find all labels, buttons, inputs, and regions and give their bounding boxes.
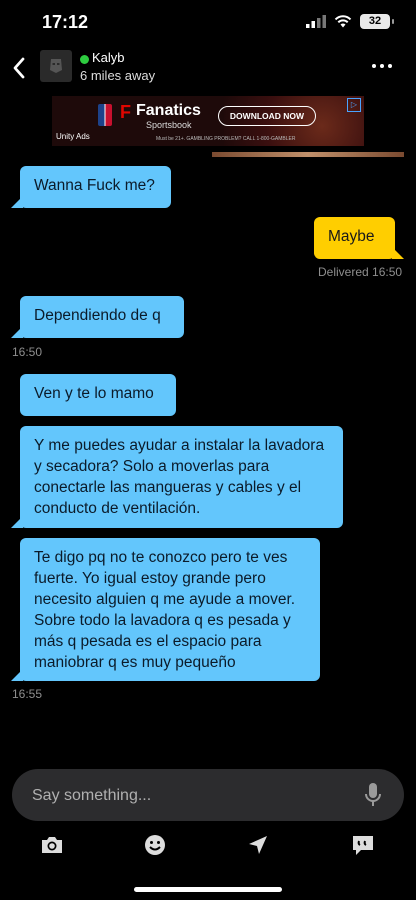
battery-indicator: 32 [360, 14, 394, 29]
wifi-icon [334, 15, 352, 28]
ad-fine-print: Must be 21+. GAMBLING PROBLEM? CALL 1-80… [156, 136, 296, 142]
message-text: Maybe [328, 228, 375, 245]
message-text: Te digo pq no te conozco pero te ves fue… [34, 549, 296, 671]
status-icons: 32 [306, 14, 394, 29]
ad-choices-icon[interactable]: ▷ [347, 98, 361, 112]
chat-header: Kalyb 6 miles away [0, 48, 416, 88]
ad-brand: Fanatics [136, 102, 201, 119]
chat-toolbar [0, 830, 416, 860]
message-bubble-outgoing[interactable]: Maybe [314, 217, 404, 259]
message-text: Wanna Fuck me? [34, 177, 155, 194]
saved-phrases-icon[interactable] [350, 832, 376, 858]
cellular-signal-icon [306, 15, 326, 28]
more-options-icon[interactable] [370, 56, 394, 76]
message-text: Dependiendo de q [34, 307, 161, 324]
ad-banner[interactable]: F Fanatics Sportsbook DOWNLOAD NOW Unity… [52, 96, 364, 146]
delivery-status: Delivered 16:50 [318, 265, 403, 279]
message-composer [12, 769, 404, 823]
message-timestamp: 16:55 [12, 687, 43, 701]
message-input[interactable] [30, 769, 354, 823]
contact-name[interactable]: Kalyb [92, 50, 125, 65]
avatar[interactable] [40, 50, 72, 82]
message-bubble-incoming[interactable]: Ven y te lo mamo [20, 374, 176, 416]
message-text: Y me puedes ayudar a instalar la lavador… [34, 437, 325, 517]
fanatics-logo: F [120, 102, 131, 122]
camera-icon[interactable] [39, 832, 65, 858]
ad-download-button[interactable]: DOWNLOAD NOW [218, 106, 316, 126]
online-status-dot [80, 55, 89, 64]
message-bubble-incoming[interactable]: Dependiendo de q [11, 296, 184, 338]
back-chevron-icon[interactable] [8, 54, 32, 82]
profile-placeholder-icon [50, 59, 62, 73]
status-time: 17:12 [42, 12, 89, 32]
ad-subtitle: Sportsbook [146, 120, 192, 130]
microphone-icon[interactable] [364, 782, 382, 808]
home-indicator[interactable] [134, 887, 282, 892]
message-bubble-incoming[interactable]: Y me puedes ayudar a instalar la lavador… [11, 426, 343, 528]
status-bar: 17:12 32 [0, 0, 416, 46]
contact-distance: 6 miles away [80, 68, 156, 83]
ad-network-label: Unity Ads [56, 132, 90, 141]
message-text: Ven y te lo mamo [34, 385, 154, 402]
nba-logo [98, 104, 112, 126]
emoji-icon[interactable] [142, 832, 168, 858]
ad-image-strip [212, 152, 404, 157]
message-bubble-incoming[interactable]: Te digo pq no te conozco pero te ves fue… [11, 538, 320, 681]
message-timestamp: 16:50 [12, 345, 43, 359]
message-bubble-incoming[interactable]: Wanna Fuck me? [11, 166, 171, 208]
location-icon[interactable] [245, 832, 271, 858]
